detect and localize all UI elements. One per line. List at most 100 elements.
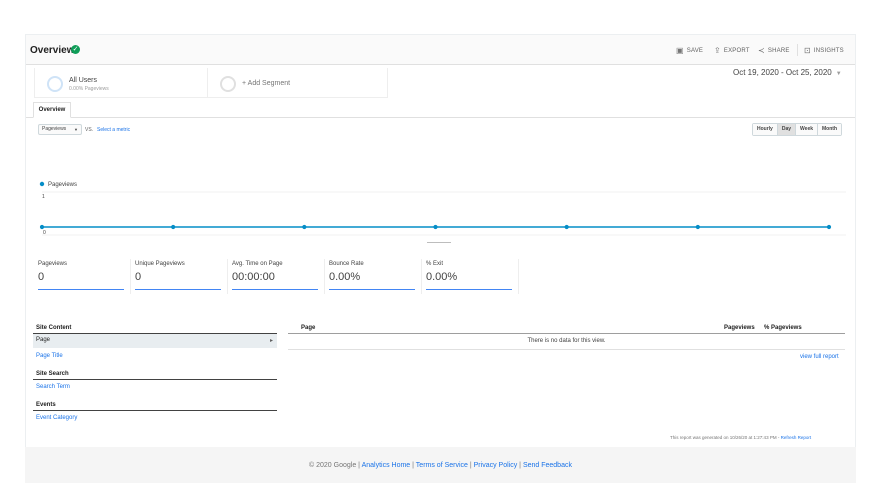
scorecard-label: Pageviews [38, 261, 68, 267]
empty-table-message: There is no data for this view. [527, 338, 606, 344]
divider [797, 44, 798, 56]
page-title: Overview [30, 45, 75, 56]
scorecard-value: 0.00% [426, 271, 458, 283]
site-content-page-item[interactable]: Page ▸ [33, 334, 277, 348]
table-header-page[interactable]: Page [301, 325, 315, 331]
segment-name: All Users [69, 77, 98, 84]
divider [33, 379, 277, 380]
scorecard-label: Avg. Time on Page [232, 261, 283, 267]
export-button[interactable]: ⇪ EXPORT [714, 46, 750, 55]
data-point [695, 224, 700, 230]
save-icon: ▣ [676, 46, 684, 55]
save-button[interactable]: ▣ SAVE [676, 46, 703, 55]
data-point [564, 224, 569, 230]
scorecard-sparkline [38, 289, 124, 290]
analytics-home-link[interactable]: Analytics Home [362, 462, 411, 469]
scorecard-sparkline [329, 289, 415, 290]
data-point [826, 224, 832, 230]
divider [130, 259, 131, 294]
scorecard-value: 0 [38, 271, 45, 283]
date-range-label: Oct 19, 2020 - Oct 25, 2020 [733, 68, 832, 77]
divider [288, 333, 845, 334]
copyright-text: © 2020 Google [309, 462, 357, 469]
insights-button[interactable]: ⊡ INSIGHTS [804, 46, 844, 55]
pageviews-line-chart: Pageviews10Oct 20Oct 21Oct 22Oct 23Oct 2… [39, 181, 846, 236]
hourly-button[interactable]: Hourly [753, 124, 777, 135]
scorecard-avg-time[interactable]: Avg. Time on Page 00:00:00 [232, 259, 328, 294]
scorecard-label: Bounce Rate [329, 261, 364, 267]
divider [288, 349, 845, 350]
segment-bar: All Users 0.00% Pageviews + Add Segment [34, 66, 389, 99]
site-content-page-label: Page [36, 337, 51, 343]
scorecard-value: 0.00% [329, 271, 361, 283]
scorecard-value: 0 [135, 271, 142, 283]
scorecard-label: Unique Pageviews [135, 261, 185, 267]
verified-check-icon: ✓ [71, 45, 80, 54]
y-tick-label: 0 [43, 230, 46, 236]
y-tick-label: 1 [42, 194, 45, 200]
day-button[interactable]: Day [776, 124, 796, 135]
send-feedback-link[interactable]: Send Feedback [523, 462, 572, 469]
data-point [302, 224, 307, 230]
legend-label: Pageviews [48, 182, 77, 188]
events-heading: Events [36, 402, 56, 408]
data-point [171, 224, 176, 230]
date-range-picker[interactable]: Oct 19, 2020 - Oct 25, 2020 ▼ [733, 68, 842, 77]
page-footer: © 2020 Google | Analytics Home | Terms o… [309, 462, 572, 469]
refresh-report-link[interactable]: Refresh Report [781, 435, 812, 440]
add-segment-circle-icon [220, 76, 236, 92]
view-full-report-link[interactable]: view full report [800, 354, 839, 360]
site-content-heading: Site Content [36, 325, 72, 331]
search-term-link[interactable]: Search Term [36, 384, 70, 390]
insights-icon: ⊡ [804, 46, 811, 55]
scorecard-sparkline [426, 289, 512, 290]
share-icon: ≺ [758, 46, 765, 55]
metric-select[interactable]: Pageviews ▼ [38, 124, 82, 135]
scorecard-bounce-rate[interactable]: Bounce Rate 0.00% [329, 259, 425, 294]
divider [421, 259, 422, 294]
divider [33, 410, 277, 411]
divider [518, 259, 519, 294]
legend-marker [39, 181, 45, 187]
scorecard-sparkline [135, 289, 221, 290]
scorecard-label: % Exit [426, 261, 444, 267]
add-segment-label: + Add Segment [242, 80, 291, 87]
chevron-down-icon: ▼ [74, 127, 78, 132]
privacy-policy-link[interactable]: Privacy Policy [474, 462, 518, 469]
site-search-heading: Site Search [36, 371, 69, 377]
scorecard-unique-pageviews[interactable]: Unique Pageviews 0 [135, 259, 231, 294]
month-button[interactable]: Month [817, 124, 842, 135]
scorecard-value: 00:00:00 [232, 271, 275, 283]
divider [324, 259, 325, 294]
event-category-link[interactable]: Event Category [36, 415, 77, 421]
tab-overview[interactable]: Overview [33, 102, 71, 118]
select-metric-link[interactable]: Select a metric [97, 127, 130, 133]
chevron-down-icon: ▼ [835, 71, 842, 77]
scorecard-sparkline [232, 289, 318, 290]
add-segment-button[interactable]: + Add Segment [208, 68, 388, 98]
data-point [433, 224, 438, 230]
report-generated-note: This report was generated on 10/26/20 at… [670, 435, 811, 440]
divider [227, 259, 228, 294]
segment-color-icon [47, 76, 63, 92]
chart-resize-handle[interactable] [427, 239, 451, 243]
terms-of-service-link[interactable]: Terms of Service [416, 462, 468, 469]
segment-percentage: 0.00% Pageviews [69, 86, 109, 92]
table-header-pageviews[interactable]: Pageviews [724, 325, 755, 331]
metric-select-value: Pageviews [42, 126, 67, 132]
table-header-pct-pageviews[interactable]: % Pageviews [764, 325, 802, 331]
granularity-toggle: Hourly Day Week Month [752, 123, 843, 136]
segment-all-users[interactable]: All Users 0.00% Pageviews [34, 68, 208, 98]
report-header: Overview ✓ ▣ SAVE ⇪ EXPORT ≺ SHARE ⊡ INSIGHT… [26, 35, 855, 65]
export-icon: ⇪ [714, 46, 721, 55]
report-generated-text: This report was generated on 10/26/20 at… [670, 435, 780, 440]
scorecard-exit[interactable]: % Exit 0.00% [426, 259, 522, 294]
vs-label: VS. [85, 127, 94, 133]
chevron-right-icon: ▸ [269, 338, 273, 344]
share-button[interactable]: ≺ SHARE [758, 46, 790, 55]
data-point [39, 224, 45, 230]
tab-bar: Overview [26, 100, 855, 118]
scorecard-pageviews[interactable]: Pageviews 0 [38, 259, 134, 294]
week-button[interactable]: Week [795, 124, 818, 135]
site-content-page-title-link[interactable]: Page Title [36, 353, 63, 359]
